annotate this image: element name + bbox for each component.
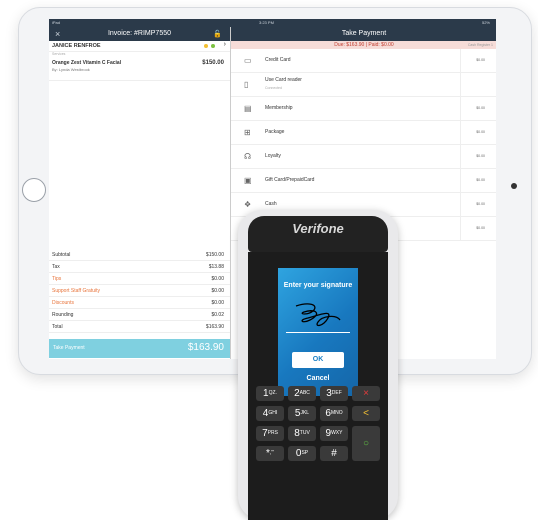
total-label: Tax <box>52 264 60 270</box>
unlock-icon[interactable]: 🔓 <box>213 30 222 38</box>
method-amount: $0.00 <box>476 106 485 110</box>
status-dot-green <box>211 44 215 48</box>
gift-card-icon: ▣ <box>244 176 252 185</box>
item-price: $150.00 <box>202 60 224 66</box>
total-label: Support Staff Gratuity <box>52 288 100 294</box>
line-item[interactable]: Orange Zest Vitamin C Facial By: Lynda W… <box>49 58 230 81</box>
due-bar: Due: $163.90 | Paid: $0.00 Cash Register… <box>231 41 496 49</box>
key-7[interactable]: 7PRS <box>256 426 284 441</box>
signature-screen: Enter your signature OK Cancel <box>278 268 358 396</box>
card-reader-icon: ▯ <box>244 80 249 89</box>
card-terminal: Verifone Enter your signature OK Cancel … <box>238 210 398 520</box>
cancel-key[interactable]: × <box>352 386 380 401</box>
enter-key[interactable]: ○ <box>352 426 380 461</box>
take-payment-button[interactable]: Take Payment $163.90 <box>49 339 230 358</box>
key-6[interactable]: 6MNO <box>320 406 348 421</box>
method-sub: Connected <box>265 86 282 90</box>
signature-prompt: Enter your signature <box>283 282 353 289</box>
cash-register-label[interactable]: Cash Register 1 <box>468 41 493 49</box>
total-row: Rounding $0.02 <box>49 309 230 321</box>
payment-title: Take Payment <box>231 27 496 41</box>
carrier-label: iPad <box>52 20 61 25</box>
customer-row[interactable]: JANICE RENFROE › <box>49 41 230 52</box>
battery-label: 52% <box>481 20 490 25</box>
key-4[interactable]: 4GHI <box>256 406 284 421</box>
key-9[interactable]: 9WXY <box>320 426 348 441</box>
total-value: $0.00 <box>211 276 224 282</box>
membership-icon: ▤ <box>244 104 252 113</box>
key-3[interactable]: 3DEF <box>320 386 348 401</box>
key-hash[interactable]: # <box>320 446 348 461</box>
card-icon: ▭ <box>244 56 252 65</box>
total-label: Tips <box>52 276 62 282</box>
total-row: Subtotal $150.00 <box>49 249 230 261</box>
package-icon: ⊞ <box>244 128 251 137</box>
method-label: Package <box>265 129 285 135</box>
total-value: $0.00 <box>211 300 224 306</box>
clear-key[interactable]: < <box>352 406 380 421</box>
total-label: Rounding <box>52 312 74 318</box>
cancel-button[interactable]: Cancel <box>278 375 358 382</box>
terminal-brand: Verifone <box>292 221 344 236</box>
status-bar: iPad 3:23 PM 52% <box>49 19 496 27</box>
key-8[interactable]: 8TUV <box>288 426 316 441</box>
method-label: Loyalty <box>265 153 281 159</box>
method-label: Gift Card/PrepaidCard <box>265 177 315 183</box>
status-dot-yellow <box>204 44 208 48</box>
method-label: Membership <box>265 105 293 111</box>
method-label: Credit Card <box>265 57 291 63</box>
discounts-row[interactable]: Discounts $0.00 <box>49 297 230 309</box>
signature-drawing <box>295 303 341 327</box>
key-5[interactable]: 5JKL <box>288 406 316 421</box>
payment-method-gift-card[interactable]: ▣ Gift Card/PrepaidCard $0.00 <box>231 169 496 193</box>
take-payment-label: Take Payment <box>53 345 85 351</box>
key-0[interactable]: 0SP <box>288 446 316 461</box>
clock: 3:23 PM <box>259 20 274 25</box>
chevron-right-icon[interactable]: › <box>224 41 226 48</box>
total-label: Subtotal <box>52 252 71 258</box>
cash-icon: ❖ <box>244 200 252 209</box>
key-1[interactable]: 1QZ. <box>256 386 284 401</box>
payment-method-loyalty[interactable]: ☊ Loyalty $0.00 <box>231 145 496 169</box>
total-value: $0.02 <box>211 312 224 318</box>
invoice-panel: × Invoice: #RIMP7550 🔓 JANICE RENFROE › … <box>49 27 230 359</box>
payment-method-package[interactable]: ⊞ Package $0.00 <box>231 121 496 145</box>
due-text: Due: $163.90 | Paid: $0.00 <box>334 42 394 48</box>
total-value: $0.00 <box>211 288 224 294</box>
total-value: $150.00 <box>205 252 224 258</box>
item-name: Orange Zest Vitamin C Facial <box>52 60 122 66</box>
signature-line <box>286 332 350 333</box>
invoice-header: × Invoice: #RIMP7550 🔓 <box>49 27 230 41</box>
total-value: $13.88 <box>208 264 224 270</box>
loyalty-icon: ☊ <box>244 152 252 161</box>
totals: Subtotal $150.00 Tax $13.88 Tips $0.00 Supp… <box>49 249 230 333</box>
camera-icon <box>511 183 517 189</box>
key-2[interactable]: 2ABC <box>288 386 316 401</box>
method-amount: $0.00 <box>476 178 485 182</box>
total-value: $163.90 <box>205 324 224 330</box>
method-label: Use Card reader <box>265 77 302 83</box>
method-amount: $0.00 <box>476 58 485 62</box>
invoice-title: Invoice: #RIMP7550 <box>107 30 172 37</box>
payment-method-membership[interactable]: ▤ Membership $0.00 <box>231 97 496 121</box>
method-amount: $0.00 <box>476 154 485 158</box>
take-payment-amount: $163.90 <box>187 342 224 353</box>
total-row: Tax $13.88 <box>49 261 230 273</box>
total-label: Total <box>52 324 63 330</box>
customer-name: JANICE RENFROE <box>52 43 101 49</box>
method-amount: $0.00 <box>476 202 485 206</box>
total-row: Total $163.90 <box>49 321 230 333</box>
method-amount: $0.00 <box>476 226 485 230</box>
item-provider: By: Lynda Westbrook <box>52 67 90 72</box>
gratuity-row[interactable]: Support Staff Gratuity $0.00 <box>49 285 230 297</box>
payment-method-card-reader[interactable]: ▯ Use Card reader Connected <box>231 73 496 97</box>
method-amount: $0.00 <box>476 130 485 134</box>
ok-button[interactable]: OK <box>292 352 344 368</box>
total-label: Discounts <box>52 300 74 306</box>
payment-method-credit-card[interactable]: ▭ Credit Card $0.00 <box>231 49 496 73</box>
home-button[interactable] <box>22 178 46 202</box>
method-label: Cash <box>265 201 277 207</box>
key-star[interactable]: *,'" <box>256 446 284 461</box>
tips-row[interactable]: Tips $0.00 <box>49 273 230 285</box>
